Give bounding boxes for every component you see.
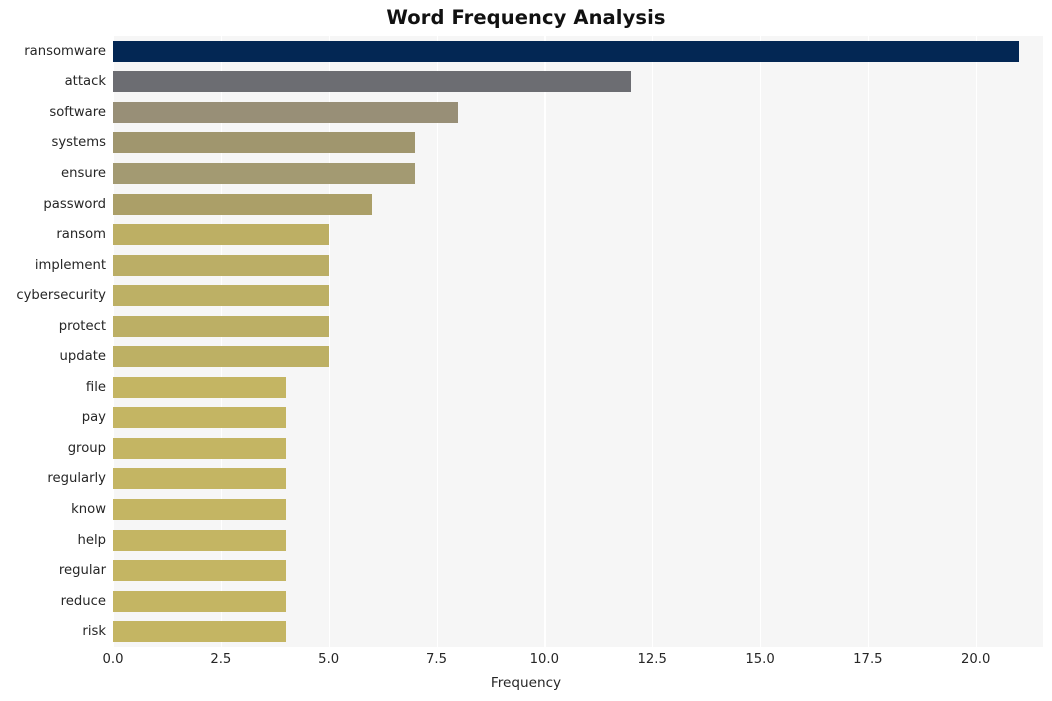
x-tick-label: 2.5	[210, 652, 232, 667]
y-tick-label: update	[59, 349, 106, 365]
plot-area	[113, 36, 1043, 647]
bar	[113, 437, 286, 459]
bar	[113, 529, 286, 551]
bar	[113, 407, 286, 429]
y-tick-label: pay	[81, 410, 106, 426]
x-tick-label: 20.0	[961, 652, 991, 667]
x-tick-label: 7.5	[426, 652, 448, 667]
y-tick-label: ransomware	[24, 43, 106, 59]
bar	[113, 254, 329, 276]
y-tick-label: regularly	[47, 471, 106, 487]
bar	[113, 468, 286, 490]
bar	[113, 193, 372, 215]
y-tick-label: help	[77, 532, 106, 548]
x-axis-title: Frequency	[490, 675, 562, 691]
bar	[113, 101, 459, 123]
bar	[113, 40, 1019, 62]
bar	[113, 499, 286, 521]
y-tick-label: know	[71, 502, 106, 518]
y-tick-label: software	[49, 104, 106, 120]
y-tick-label: group	[67, 440, 106, 456]
bar	[113, 346, 329, 368]
x-tick-label: 10.0	[529, 652, 560, 667]
y-axis-tick-labels: ransomware attack software systems ensure pas…	[0, 36, 106, 647]
x-axis-tick-labels: 0.0 2.5 5.0 7.5 10.0 12.5 15.0 17.5 20.0	[0, 652, 1052, 674]
bar	[113, 224, 329, 246]
y-tick-label: ransom	[56, 227, 106, 243]
x-tick-label: 17.5	[853, 652, 883, 667]
bar	[113, 162, 415, 184]
bar	[113, 376, 286, 398]
bar	[113, 71, 631, 93]
bar	[113, 132, 415, 154]
x-tick-label: 0.0	[102, 652, 124, 667]
x-tick-label: 5.0	[318, 652, 340, 667]
bar	[113, 285, 329, 307]
y-tick-label: password	[43, 196, 106, 212]
y-tick-label: regular	[58, 563, 106, 579]
y-tick-label: reduce	[60, 593, 106, 609]
chart-title: Word Frequency Analysis	[386, 6, 666, 29]
x-tick-label: 15.0	[745, 652, 775, 667]
y-tick-label: protect	[58, 318, 106, 334]
y-tick-label: implement	[34, 257, 106, 273]
y-tick-label: cybersecurity	[16, 288, 106, 304]
bar	[113, 590, 286, 612]
chart-figure: Word Frequency Analysis ransomware attack…	[0, 0, 1052, 701]
y-tick-label: systems	[51, 135, 106, 151]
y-tick-label: risk	[82, 624, 106, 640]
y-tick-label: file	[85, 379, 106, 395]
bar	[113, 315, 329, 337]
bar-series	[113, 36, 1043, 647]
x-tick-label: 12.5	[637, 652, 667, 667]
bar	[113, 621, 286, 643]
bar	[113, 560, 286, 582]
y-tick-label: ensure	[61, 165, 106, 181]
y-tick-label: attack	[64, 74, 106, 90]
